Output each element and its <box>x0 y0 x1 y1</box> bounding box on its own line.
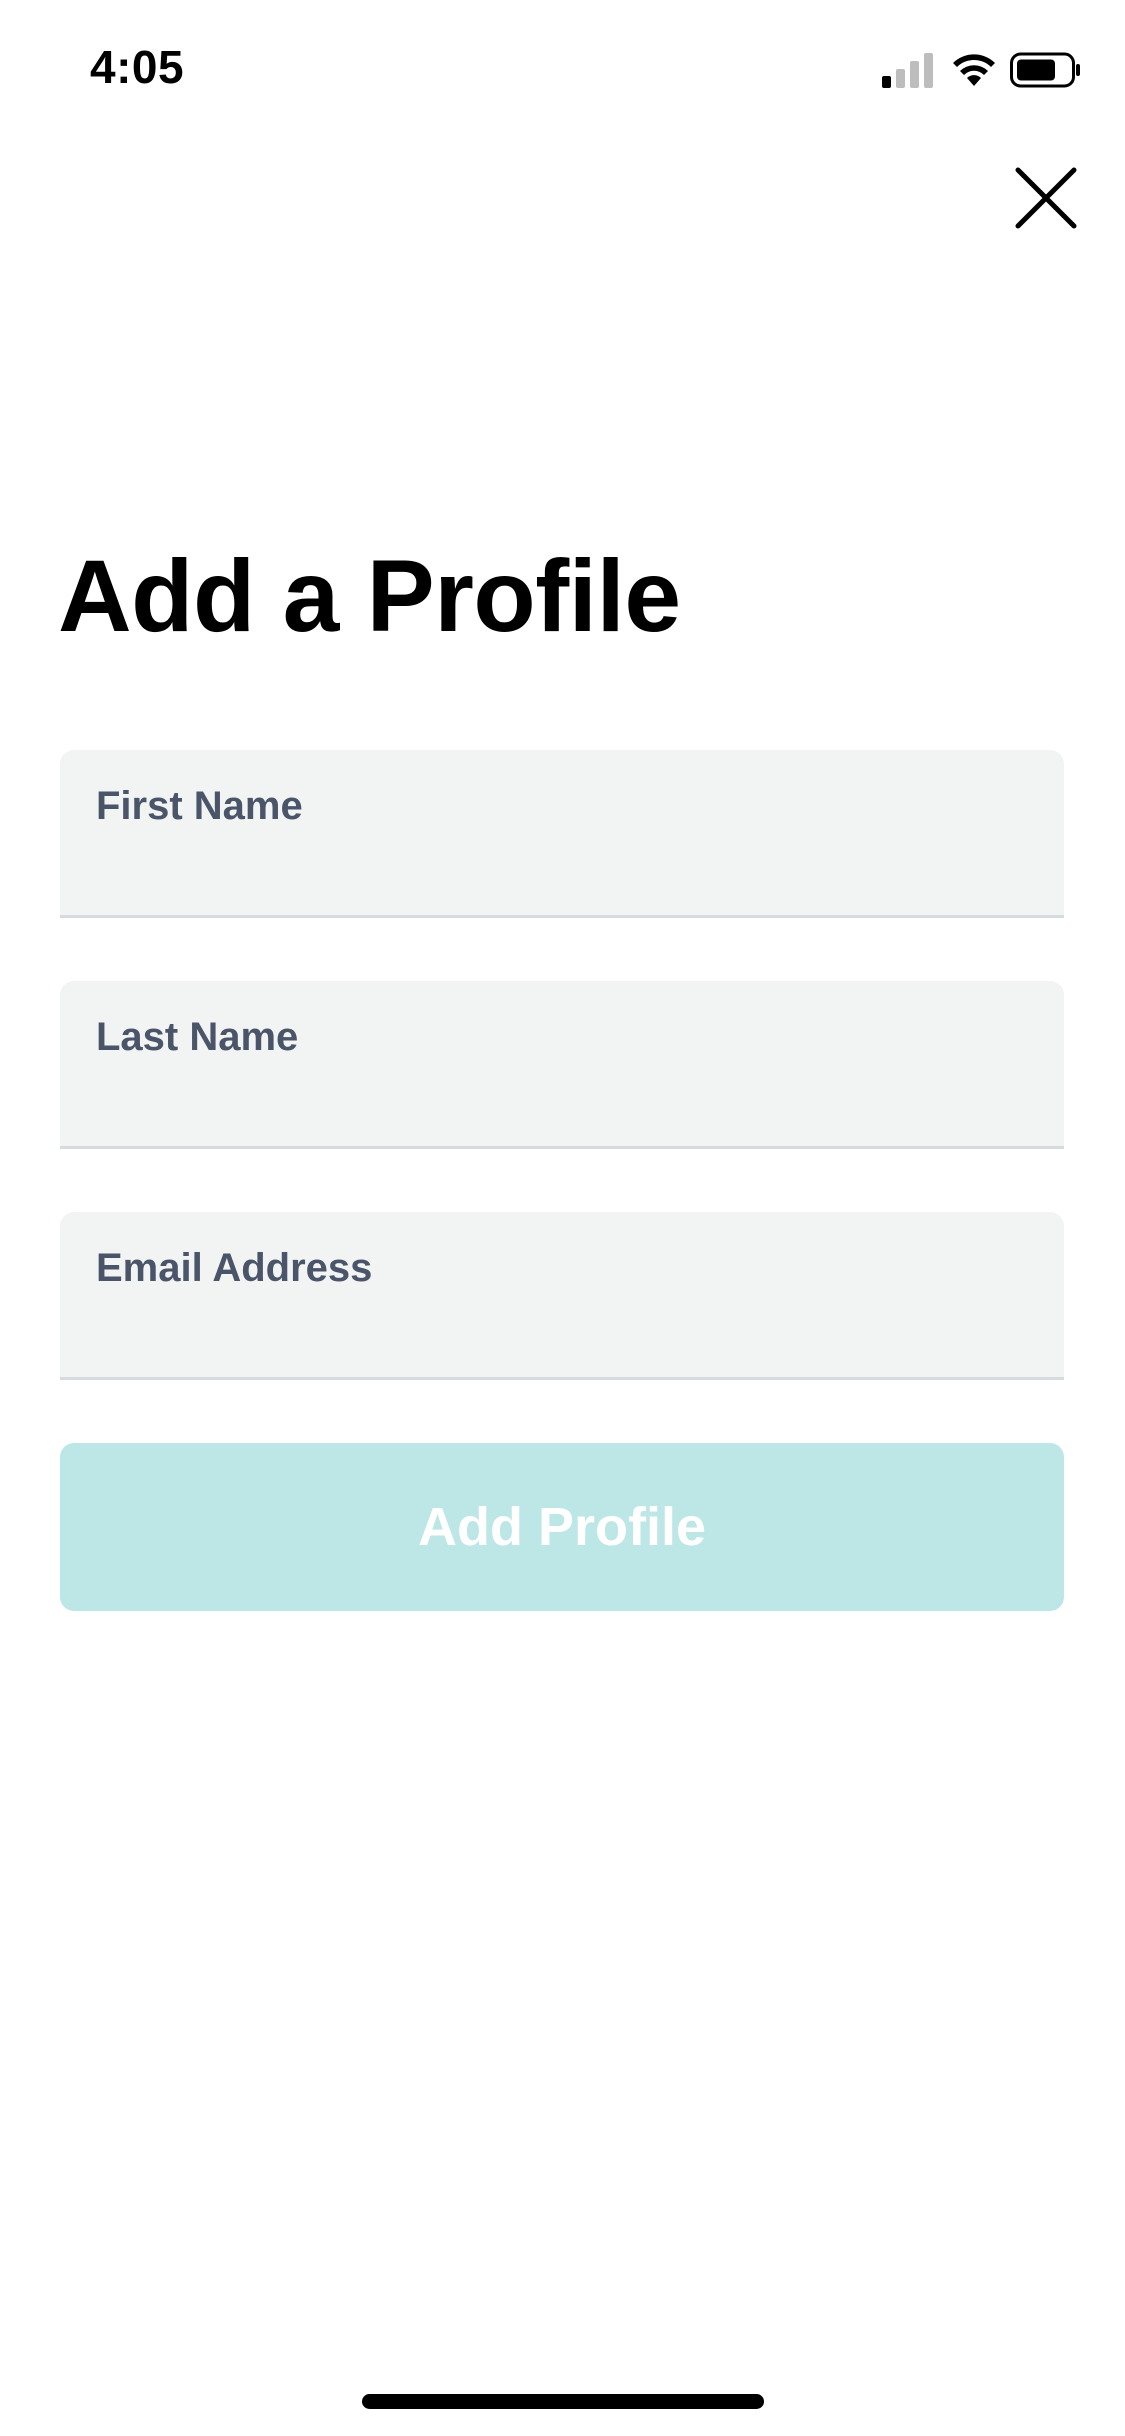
first-name-label: First Name <box>96 784 303 828</box>
close-button[interactable] <box>1006 158 1086 238</box>
last-name-field[interactable]: Last Name <box>60 981 1064 1149</box>
first-name-input[interactable] <box>96 843 1028 899</box>
email-label: Email Address <box>96 1246 373 1290</box>
last-name-label: Last Name <box>96 1015 299 1059</box>
page-title: Add a Profile <box>58 539 681 653</box>
email-input[interactable] <box>96 1305 1028 1361</box>
cellular-signal-icon <box>882 53 933 88</box>
add-profile-button[interactable]: Add Profile <box>60 1443 1064 1611</box>
battery-icon <box>1010 52 1080 88</box>
close-icon <box>1015 167 1077 229</box>
wifi-icon <box>953 54 995 86</box>
first-name-field[interactable]: First Name <box>60 750 1064 918</box>
email-field[interactable]: Email Address <box>60 1212 1064 1380</box>
home-indicator[interactable] <box>362 2394 764 2409</box>
last-name-input[interactable] <box>96 1074 1028 1130</box>
status-bar-time: 4:05 <box>90 41 185 93</box>
